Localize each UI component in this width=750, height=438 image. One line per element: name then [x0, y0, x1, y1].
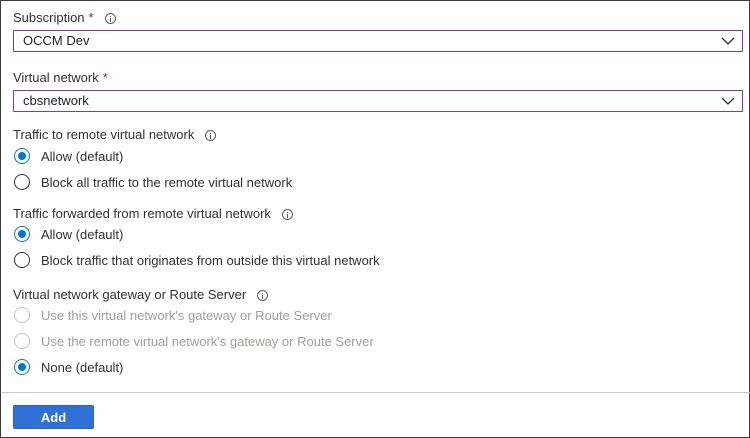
radio-label: Use the remote virtual network's gateway…	[41, 333, 374, 349]
subscription-label-row: Subscription *	[13, 10, 116, 26]
radio-unselected-icon[interactable]	[14, 174, 30, 190]
peering-form: Subscription * OCCM Dev Virtual network …	[0, 0, 750, 438]
radio-disabled-icon	[14, 307, 30, 323]
traffic-forwarded-label-row: Traffic forwarded from remote virtual ne…	[13, 206, 293, 222]
radio-use-remote-gateway: Use the remote virtual network's gateway…	[14, 332, 374, 350]
radio-selected-icon[interactable]	[14, 359, 30, 375]
info-icon[interactable]	[104, 12, 116, 24]
radio-allow-to-remote[interactable]: Allow (default)	[14, 147, 123, 165]
subscription-value: OCCM Dev	[23, 33, 90, 48]
radio-none-gateway[interactable]: None (default)	[14, 358, 123, 376]
virtual-network-label-row: Virtual network *	[13, 70, 108, 86]
virtual-network-label: Virtual network	[13, 70, 99, 85]
traffic-forwarded-label: Traffic forwarded from remote virtual ne…	[13, 206, 271, 221]
traffic-to-remote-label: Traffic to remote virtual network	[13, 127, 195, 142]
info-icon[interactable]	[281, 208, 293, 220]
traffic-to-remote-label-row: Traffic to remote virtual network	[13, 127, 217, 143]
virtual-network-value: cbsnetwork	[23, 93, 89, 108]
radio-block-to-remote[interactable]: Block all traffic to the remote virtual …	[14, 173, 292, 191]
add-button[interactable]: Add	[13, 405, 94, 429]
radio-label: Allow (default)	[41, 226, 124, 242]
gateway-label: Virtual network gateway or Route Server	[13, 287, 247, 302]
subscription-dropdown[interactable]: OCCM Dev	[13, 30, 743, 52]
info-icon[interactable]	[257, 289, 269, 301]
radio-use-this-gateway: Use this virtual network's gateway or Ro…	[14, 306, 332, 324]
radio-disabled-icon	[14, 333, 30, 349]
required-marker: *	[88, 10, 94, 25]
footer-divider	[2, 392, 750, 393]
chevron-down-icon	[721, 37, 735, 45]
gateway-label-row: Virtual network gateway or Route Server	[13, 287, 269, 303]
radio-selected-icon[interactable]	[14, 148, 30, 164]
radio-label: Allow (default)	[41, 148, 124, 164]
radio-allow-forwarded[interactable]: Allow (default)	[14, 225, 123, 243]
info-icon[interactable]	[205, 129, 217, 141]
virtual-network-dropdown[interactable]: cbsnetwork	[13, 90, 743, 112]
radio-label: Block traffic that originates from outsi…	[41, 252, 380, 268]
radio-selected-icon[interactable]	[14, 226, 30, 242]
subscription-label: Subscription	[13, 10, 85, 25]
chevron-down-icon	[721, 97, 735, 105]
radio-unselected-icon[interactable]	[14, 252, 30, 268]
radio-label: Block all traffic to the remote virtual …	[41, 174, 293, 190]
radio-block-forwarded[interactable]: Block traffic that originates from outsi…	[14, 251, 380, 269]
radio-label: None (default)	[41, 359, 124, 375]
required-marker: *	[102, 70, 108, 85]
radio-label: Use this virtual network's gateway or Ro…	[41, 307, 332, 323]
